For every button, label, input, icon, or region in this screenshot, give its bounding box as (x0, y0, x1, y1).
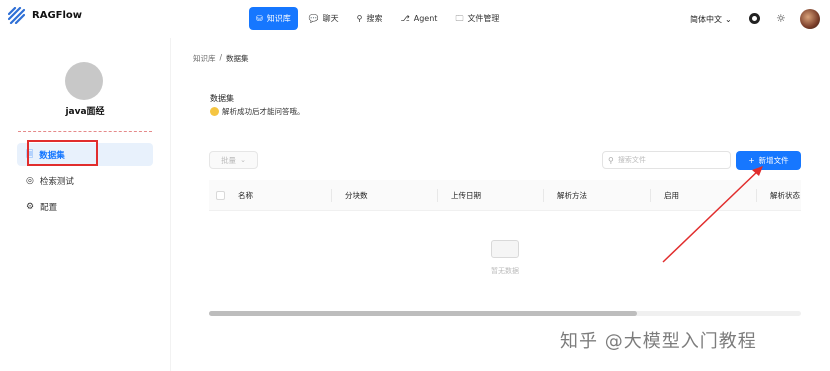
watermark: 知乎 @大模型入门教程 (560, 331, 757, 352)
annotation-arrow-icon (662, 166, 763, 263)
